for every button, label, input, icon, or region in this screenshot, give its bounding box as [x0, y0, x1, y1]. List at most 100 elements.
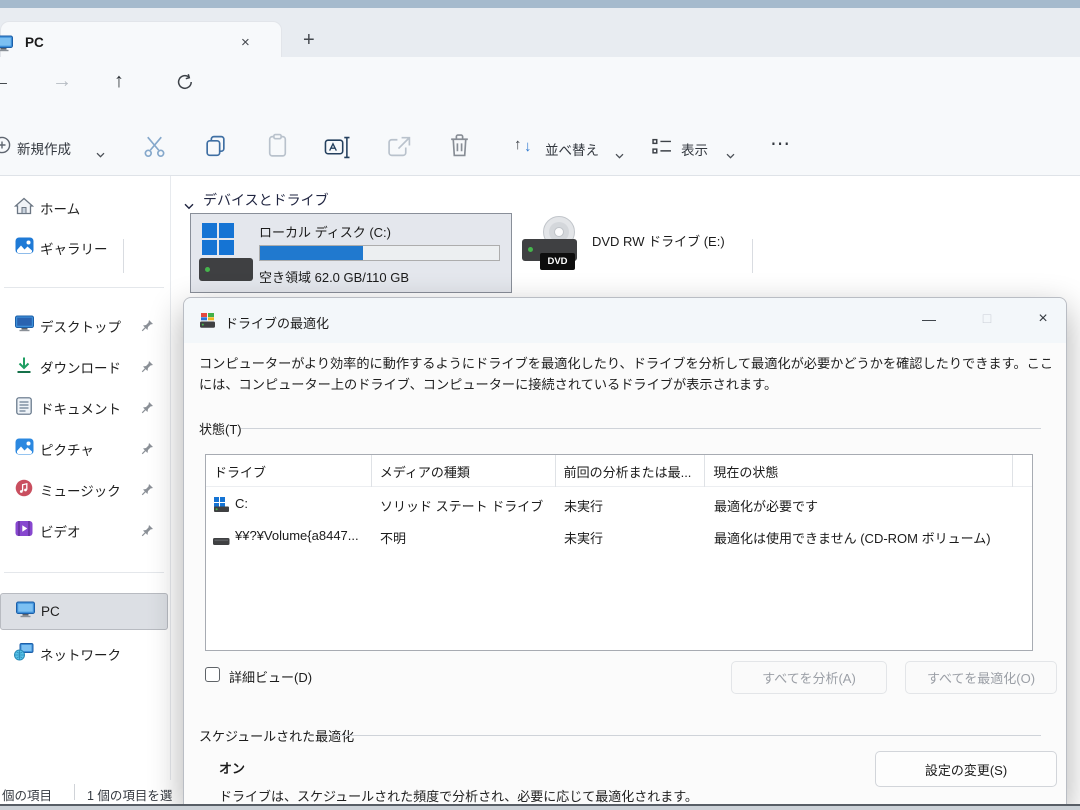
- share-icon[interactable]: [387, 135, 412, 163]
- drive-name: ローカル ディスク (C:): [259, 222, 391, 241]
- column-header-media-type[interactable]: メディアの種類: [372, 455, 556, 487]
- command-toolbar: 新規作成 ↑ ↓ 並べ替え 表示: [0, 112, 1080, 176]
- pin-icon: [141, 401, 154, 419]
- pc-monitor-icon: [15, 601, 35, 623]
- new-button[interactable]: 新規作成: [17, 138, 71, 158]
- status-item-count: 個の項目: [2, 785, 52, 804]
- delete-icon[interactable]: [448, 133, 471, 163]
- sidebar-item-label: ドキュメント: [40, 398, 121, 418]
- volume-drive-icon: [213, 533, 230, 551]
- maximize-icon[interactable]: □: [972, 310, 1002, 326]
- sidebar-item-documents[interactable]: ドキュメント: [0, 390, 168, 426]
- status-bar: 個の項目 1 個の項目を選: [0, 780, 183, 804]
- schedule-state: オン: [219, 758, 245, 777]
- tab-close-icon[interactable]: ×: [241, 34, 250, 51]
- sidebar-item-label: ホーム: [40, 198, 80, 218]
- new-icon: [0, 136, 11, 159]
- sidebar-item-pictures[interactable]: ピクチャ: [0, 431, 168, 467]
- sidebar-item-gallery[interactable]: ギャラリー: [0, 230, 168, 266]
- schedule-group-rule: [334, 735, 1041, 736]
- table-row-c-drive[interactable]: C: ソリッド ステート ドライブ 未実行 最適化が必要です: [206, 489, 1032, 520]
- window-top-strip: [0, 0, 1080, 8]
- change-settings-button[interactable]: 設定の変更(S): [875, 751, 1057, 787]
- documents-icon: [14, 397, 34, 420]
- section-header-devices-drives[interactable]: デバイスとドライブ: [203, 190, 329, 210]
- column-header-last-run[interactable]: 前回の分析または最...: [556, 455, 706, 487]
- detail-view-checkbox[interactable]: [205, 667, 220, 682]
- pin-icon: [141, 360, 154, 378]
- sidebar-item-label: ビデオ: [40, 521, 81, 541]
- schedule-group-label: スケジュールされた最適化: [199, 726, 354, 745]
- forward-icon[interactable]: →: [52, 70, 72, 93]
- drive-tile-dvd[interactable]: DVD DVD RW ドライブ (E:): [520, 213, 770, 293]
- c-drive-icon: [214, 497, 230, 518]
- view-button[interactable]: 表示: [681, 139, 708, 159]
- windows-logo-icon: [202, 223, 235, 261]
- pin-icon: [141, 319, 154, 337]
- sidebar-item-network[interactable]: ネットワーク: [0, 636, 168, 672]
- cut-icon[interactable]: [141, 133, 168, 165]
- up-icon[interactable]: ↑: [114, 70, 124, 93]
- pin-icon: [141, 442, 154, 460]
- hard-drive-icon: [199, 258, 253, 281]
- tab-title: PC: [25, 35, 44, 50]
- sidebar-separator: [4, 572, 164, 573]
- sidebar-item-label: ダウンロード: [40, 357, 121, 377]
- detail-view-label: 詳細ビュー(D): [229, 667, 312, 686]
- disk-usage-bar: [259, 245, 500, 261]
- gallery-icon: [14, 237, 34, 259]
- dialog-title: ドライブの最適化: [225, 313, 329, 332]
- sidebar-separator: [4, 287, 164, 288]
- minimize-icon[interactable]: —: [914, 311, 944, 327]
- chevron-down-icon: [726, 146, 735, 164]
- drive-tile-local-disk-c[interactable]: ローカル ディスク (C:) 空き領域 62.0 GB/110 GB: [190, 213, 512, 293]
- sidebar-item-pc[interactable]: PC: [0, 593, 168, 630]
- more-icon[interactable]: ⋯: [770, 131, 791, 156]
- paste-icon[interactable]: [265, 133, 290, 164]
- sidebar-item-videos[interactable]: ビデオ: [0, 513, 168, 549]
- sidebar-item-music[interactable]: ミュージック: [0, 472, 168, 508]
- desktop-icon: [14, 315, 34, 337]
- sort-icon: ↑: [514, 136, 522, 153]
- pictures-icon: [14, 438, 34, 460]
- cell-media-type: ソリッド ステート ドライブ: [380, 496, 543, 515]
- rename-icon[interactable]: [324, 136, 352, 164]
- sidebar-item-label: ギャラリー: [40, 238, 108, 258]
- column-header-current-status[interactable]: 現在の状態: [705, 455, 1013, 487]
- status-group-rule: [241, 428, 1041, 429]
- table-row-volume[interactable]: ¥¥?¥Volume{a8447... 不明 未実行 最適化は使用できません (…: [206, 521, 1032, 552]
- column-header-spacer: [1013, 455, 1032, 487]
- navigation-bar: ← → ↑ › PC › P: [0, 57, 1080, 112]
- sort-icon-down: ↓: [524, 138, 532, 155]
- column-header-drive[interactable]: ドライブ: [206, 455, 372, 487]
- chevron-down-icon: [615, 146, 624, 164]
- tab-bar: PC × +: [0, 8, 1080, 57]
- cell-last-run: 未実行: [564, 528, 603, 547]
- dialog-titlebar[interactable]: ドライブの最適化 — □ ×: [184, 298, 1066, 343]
- sidebar-item-home[interactable]: ホーム: [0, 190, 168, 226]
- cell-media-type: 不明: [380, 528, 406, 547]
- pc-monitor-icon: [0, 35, 13, 57]
- refresh-icon[interactable]: [175, 72, 195, 97]
- new-tab-icon[interactable]: +: [303, 29, 315, 52]
- drives-table-header: ドライブ メディアの種類 前回の分析または最... 現在の状態: [206, 455, 1032, 487]
- dvd-drive-name: DVD RW ドライブ (E:): [592, 231, 725, 250]
- drive-free-space: 空き領域 62.0 GB/110 GB: [259, 267, 409, 286]
- sidebar-item-label: デスクトップ: [40, 316, 121, 336]
- pin-icon: [141, 524, 154, 542]
- window-bottom-strip: [0, 806, 1080, 810]
- status-selected-count: 1 個の項目を選: [87, 785, 172, 804]
- back-icon[interactable]: ←: [0, 70, 11, 93]
- sort-button[interactable]: 並べ替え: [545, 139, 599, 159]
- analyze-all-button[interactable]: すべてを分析(A): [731, 661, 887, 694]
- sidebar-item-downloads[interactable]: ダウンロード: [0, 349, 168, 385]
- close-icon[interactable]: ×: [1028, 310, 1058, 328]
- cell-drive: ¥¥?¥Volume{a8447...: [235, 528, 369, 543]
- chevron-down-icon: [96, 145, 105, 163]
- copy-icon[interactable]: [203, 134, 228, 164]
- music-icon: [14, 479, 34, 502]
- pin-icon: [141, 483, 154, 501]
- sidebar-item-desktop[interactable]: デスクトップ: [0, 308, 168, 344]
- explorer-window: PC × + ← → ↑ › PC › P 新規作成: [0, 0, 1080, 810]
- optimize-all-button[interactable]: すべてを最適化(O): [905, 661, 1057, 694]
